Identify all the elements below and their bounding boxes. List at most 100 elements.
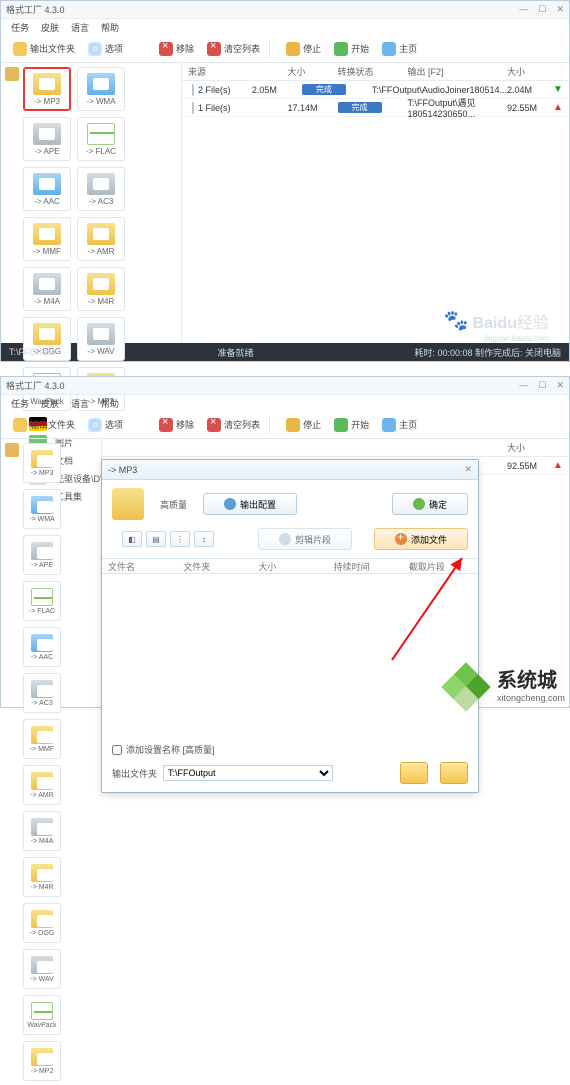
minimize-icon[interactable]: — xyxy=(519,380,528,391)
side-icon[interactable] xyxy=(5,443,19,457)
toolbar-stop[interactable]: 停止 xyxy=(282,416,325,434)
toolbar-option[interactable]: 选项 xyxy=(84,416,127,434)
toolbar-clear[interactable]: 清空列表 xyxy=(203,416,264,434)
gold-btn-2[interactable] xyxy=(440,762,468,784)
format-item[interactable]: -> AMR xyxy=(23,765,61,805)
format-icon xyxy=(87,123,115,145)
add-file-button[interactable]: 添加文件 xyxy=(374,528,468,550)
window-controls[interactable]: — ☐ ✕ xyxy=(519,380,564,391)
toolbar-start[interactable]: 开始 xyxy=(330,416,373,434)
format-item[interactable]: -> M4A xyxy=(23,267,71,311)
col-folder[interactable]: 文件夹 xyxy=(177,560,252,573)
maximize-icon[interactable]: ☐ xyxy=(538,380,546,391)
format-item[interactable]: -> AC3 xyxy=(23,673,61,713)
logo-icon xyxy=(447,666,493,702)
minimize-icon[interactable]: — xyxy=(519,4,528,15)
clip-button[interactable]: 剪辑片段 xyxy=(258,528,352,550)
col-output[interactable]: 输出 [F2] xyxy=(408,65,508,78)
toolbar-home[interactable]: 主页 xyxy=(378,40,421,58)
menu-skin[interactable]: 皮肤 xyxy=(41,21,59,33)
col-status[interactable]: 转换状态 xyxy=(338,65,408,78)
table-row[interactable]: 1 File(s)17.14M完成T:\FFOutput\遇见180514230… xyxy=(182,99,569,117)
output-folder-select[interactable]: T:\FFOutput xyxy=(163,765,333,781)
toolbar-start[interactable]: 开始 xyxy=(330,40,373,58)
format-item[interactable]: -> AC3 xyxy=(77,167,125,211)
format-icon xyxy=(31,818,53,836)
menu-help[interactable]: 帮助 xyxy=(101,397,119,409)
menu-skin[interactable]: 皮肤 xyxy=(41,397,59,409)
format-label: -> WAV xyxy=(88,347,115,356)
format-label: -> WMA xyxy=(86,97,115,106)
col-size[interactable]: 大小 xyxy=(252,560,327,573)
format-item[interactable]: -> M4A xyxy=(23,811,61,851)
format-item[interactable]: -> APE xyxy=(23,117,71,161)
format-item[interactable]: WavPack xyxy=(23,995,61,1035)
format-label: -> WMA xyxy=(29,516,54,523)
col-outsize[interactable]: 大小 xyxy=(507,65,553,78)
toolbar-stop[interactable]: 停止 xyxy=(282,40,325,58)
mini-btn[interactable]: ▤ xyxy=(146,531,166,547)
format-item[interactable]: -> AMR xyxy=(77,217,125,261)
dialog-close-icon[interactable]: ✕ xyxy=(464,464,472,475)
mini-btn[interactable]: ⋮ xyxy=(170,531,190,547)
mp3-dialog: -> MP3 ✕ 高质量 输出配置 确定 ◧ ▤ ⋮ ↕ 剪辑片段 xyxy=(101,459,479,793)
gold-btn-1[interactable] xyxy=(400,762,428,784)
output-config-button[interactable]: 输出配置 xyxy=(203,493,297,515)
format-item[interactable]: -> MMF xyxy=(23,217,71,261)
menu-help[interactable]: 帮助 xyxy=(101,21,119,33)
close-icon[interactable]: ✕ xyxy=(556,4,564,15)
col-size[interactable]: 大小 xyxy=(288,65,338,78)
format-label: -> M4R xyxy=(88,297,114,306)
format-item[interactable]: -> WAV xyxy=(77,317,125,361)
format-item[interactable]: -> MP3 xyxy=(23,443,61,483)
format-item[interactable]: -> MP2 xyxy=(23,1041,61,1081)
format-icon xyxy=(33,223,61,245)
format-label: -> AAC xyxy=(31,654,53,661)
checkbox[interactable] xyxy=(112,745,122,755)
stop-icon xyxy=(286,418,300,432)
format-item[interactable]: -> M4R xyxy=(23,857,61,897)
col-file[interactable]: 文件名 xyxy=(102,560,177,573)
toolbar-output-folder[interactable]: 输出文件夹 xyxy=(9,416,79,434)
format-icon xyxy=(31,956,53,974)
format-icon xyxy=(33,323,61,345)
toolbar-remove[interactable]: 移除 xyxy=(155,416,198,434)
menu-task[interactable]: 任务 xyxy=(11,21,29,33)
toolbar-clear[interactable]: 清空列表 xyxy=(203,40,264,58)
format-item[interactable]: -> WMA xyxy=(77,67,125,111)
menu-task[interactable]: 任务 xyxy=(11,397,29,409)
toolbar-output-folder[interactable]: 输出文件夹 xyxy=(9,40,79,58)
menu-lang[interactable]: 语言 xyxy=(71,21,89,33)
format-item[interactable]: -> FLAC xyxy=(23,581,61,621)
menu-lang[interactable]: 语言 xyxy=(71,397,89,409)
format-item[interactable]: -> OGG xyxy=(23,903,61,943)
format-item[interactable]: -> MMF xyxy=(23,719,61,759)
confirm-button[interactable]: 确定 xyxy=(392,493,468,515)
format-item[interactable]: -> FLAC xyxy=(77,117,125,161)
clear-icon xyxy=(207,418,221,432)
window-controls[interactable]: — ☐ ✕ xyxy=(519,4,564,15)
format-item[interactable]: -> APE xyxy=(23,535,61,575)
play-icon xyxy=(334,42,348,56)
toolbar-home[interactable]: 主页 xyxy=(378,416,421,434)
status-ready: 准备就绪 xyxy=(217,346,253,359)
mini-btn[interactable]: ◧ xyxy=(122,531,142,547)
format-item[interactable]: -> WMA xyxy=(23,489,61,529)
col-outsize[interactable]: 大小 xyxy=(507,441,553,454)
side-icon[interactable] xyxy=(5,67,19,81)
append-name-checkbox[interactable]: 添加设置名称 [高质量] xyxy=(112,743,468,756)
close-icon[interactable]: ✕ xyxy=(556,380,564,391)
list-header: 来源 大小 转换状态 输出 [F2] 大小 xyxy=(182,63,569,81)
format-item[interactable]: -> M4R xyxy=(77,267,125,311)
mini-btn[interactable]: ↕ xyxy=(194,531,214,547)
table-row[interactable]: 2 File(s)2.05M完成T:\FFOutput\AudioJoiner1… xyxy=(182,81,569,99)
format-item[interactable]: -> WAV xyxy=(23,949,61,989)
col-source[interactable]: 来源 xyxy=(182,65,288,78)
clear-icon xyxy=(207,42,221,56)
maximize-icon[interactable]: ☐ xyxy=(538,4,546,15)
format-item[interactable]: -> AAC xyxy=(23,167,71,211)
format-item[interactable]: -> MP3 xyxy=(23,67,71,111)
toolbar-remove[interactable]: 移除 xyxy=(155,40,198,58)
format-item[interactable]: -> AAC xyxy=(23,627,61,667)
toolbar-option[interactable]: 选项 xyxy=(84,40,127,58)
